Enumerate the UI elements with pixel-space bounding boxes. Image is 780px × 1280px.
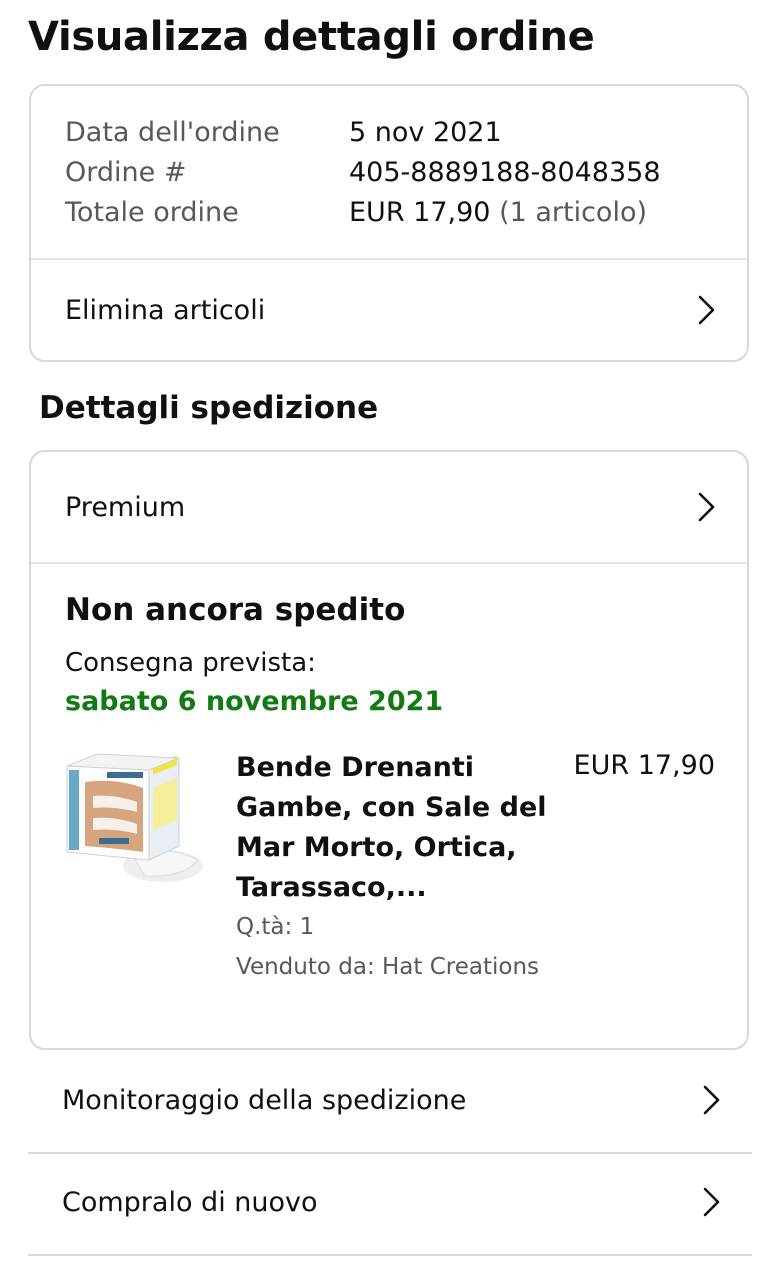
order-summary-rows: Data dell'ordine 5 nov 2021 Ordine # 405… — [65, 112, 661, 232]
shipping-service-label: Premium — [65, 491, 186, 523]
order-total-value: EUR 17,90 (1 articolo) — [349, 197, 647, 228]
order-date-value: 5 nov 2021 — [349, 116, 502, 148]
order-item-count: (1 articolo) — [499, 196, 648, 228]
product-price: EUR 17,90 — [573, 750, 715, 781]
chevron-right-icon — [698, 1187, 724, 1217]
delivery-estimate-label: Consegna prevista: — [65, 648, 316, 678]
track-shipment-row[interactable]: Monitoraggio della spedizione — [28, 1050, 752, 1150]
divider — [28, 1254, 752, 1256]
buy-again-row[interactable]: Compralo di nuovo — [28, 1152, 752, 1252]
shipment-card: Premium Non ancora spedito Consegna prev… — [29, 450, 749, 1050]
product-title-link[interactable]: Bende Drenanti Gambe, con Sale del Mar M… — [236, 748, 556, 908]
shipping-details-heading: Dettagli spedizione — [39, 390, 379, 426]
track-shipment-label: Monitoraggio della spedizione — [62, 1084, 467, 1116]
chevron-right-icon — [698, 1085, 724, 1115]
delete-items-label: Elimina articoli — [65, 294, 266, 326]
order-number-label: Ordine # — [65, 156, 187, 188]
page-title: Visualizza dettagli ordine — [28, 14, 595, 60]
chevron-right-icon — [693, 295, 719, 325]
buy-again-label: Compralo di nuovo — [62, 1186, 318, 1218]
order-total-row: Totale ordine EUR 17,90 (1 articolo) — [65, 192, 661, 232]
product-quantity: Q.tà: 1 — [236, 914, 315, 940]
order-total-label: Totale ordine — [65, 196, 239, 228]
product-seller: Venduto da: Hat Creations — [236, 954, 540, 980]
divider — [31, 562, 747, 564]
delivery-estimate-date: sabato 6 novembre 2021 — [65, 686, 444, 717]
order-number-value: 405-8889188-8048358 — [349, 156, 661, 188]
shipment-status: Non ancora spedito — [65, 592, 406, 628]
order-date-label: Data dell'ordine — [65, 116, 280, 148]
order-number-row: Ordine # 405-8889188-8048358 — [65, 152, 661, 192]
order-summary-card: Data dell'ordine 5 nov 2021 Ordine # 405… — [29, 84, 749, 362]
chevron-right-icon — [693, 492, 719, 522]
shipping-service-row[interactable]: Premium — [31, 452, 747, 562]
order-date-row: Data dell'ordine 5 nov 2021 — [65, 112, 661, 152]
order-total-amount: EUR 17,90 — [349, 196, 491, 228]
product-image[interactable] — [63, 748, 207, 898]
delete-items-row[interactable]: Elimina articoli — [31, 260, 747, 360]
